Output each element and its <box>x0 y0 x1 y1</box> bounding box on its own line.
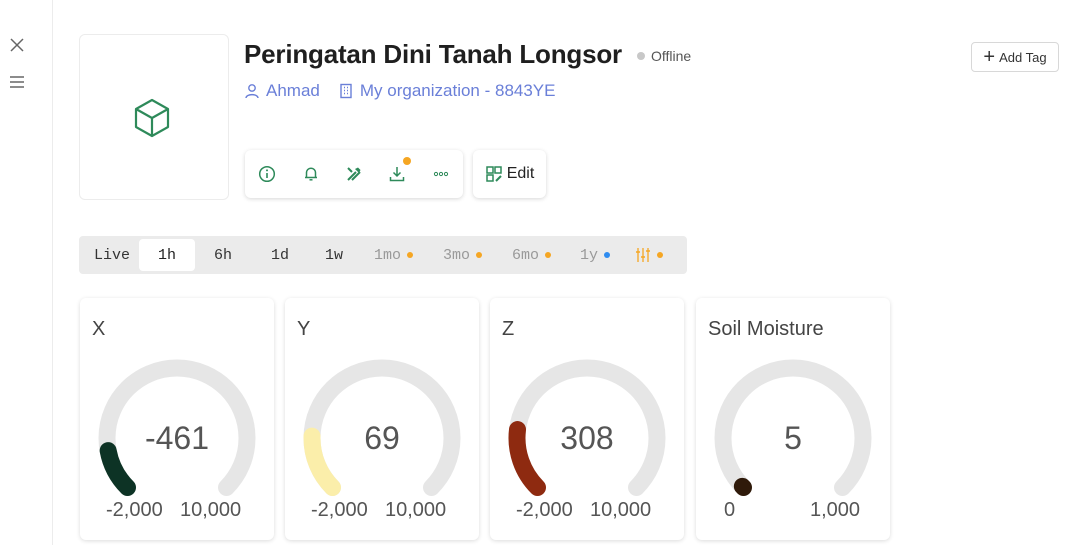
owner-name: Ahmad <box>266 81 320 100</box>
premium-dot <box>545 252 552 258</box>
status-dot <box>637 52 645 60</box>
tools-icon[interactable] <box>343 163 365 185</box>
gauge-card-soil-moisture: Soil Moisture 5 0 1,000 <box>696 298 890 540</box>
status-badge: Offline <box>637 48 691 64</box>
status-label: Offline <box>651 48 692 64</box>
gauge-max-label: 1,000 <box>810 499 861 521</box>
time-range-selector: Live 1h 6h 1d 1w 1mo 3mo 6mo 1y <box>79 236 687 274</box>
edit-icon <box>485 166 502 182</box>
gauge <box>508 359 666 496</box>
time-range-1mo[interactable]: 1mo <box>374 239 414 271</box>
gauge <box>98 359 256 496</box>
time-range-1h[interactable]: 1h <box>139 239 195 271</box>
user-icon <box>245 84 259 99</box>
premium-dot <box>604 252 611 258</box>
info-icon[interactable] <box>256 163 278 185</box>
gauge-value: 308 <box>560 420 614 456</box>
premium-dot <box>476 252 483 258</box>
gauge-card-x: X -461 -2,000 10,000 <box>80 298 274 540</box>
more-icon[interactable] <box>430 163 452 185</box>
time-range-1w[interactable]: 1w <box>325 239 343 271</box>
time-range-label: 6mo <box>512 246 540 264</box>
time-range-label: 1y <box>580 246 599 264</box>
bell-icon[interactable] <box>300 163 322 185</box>
time-range-label: 1mo <box>374 246 402 264</box>
cube-icon <box>134 98 170 138</box>
gauge-max-label: 10,000 <box>385 499 447 521</box>
gauge-value: 69 <box>364 420 400 456</box>
add-tag-label: Add Tag <box>999 49 1047 65</box>
organization-link[interactable]: My organization - 8843YE <box>338 81 556 101</box>
gauge-value-arc <box>733 477 752 496</box>
device-thumbnail <box>79 34 229 200</box>
menu-icon[interactable] <box>8 73 26 91</box>
time-range-6h[interactable]: 6h <box>214 239 232 271</box>
close-icon[interactable] <box>8 36 26 54</box>
left-rail <box>0 0 53 545</box>
time-range-label: 3mo <box>443 246 471 264</box>
time-range-live[interactable]: Live <box>94 239 130 271</box>
edit-button[interactable]: Edit <box>473 150 546 198</box>
gauge-min-label: 0 <box>724 499 736 521</box>
time-range-label: 1w <box>325 246 344 264</box>
time-range-1d[interactable]: 1d <box>271 239 289 271</box>
time-range-label: 1h <box>157 246 176 264</box>
device-page: Peringatan Dini Tanah Longsor Offline Ah… <box>53 0 1086 545</box>
add-tag-button[interactable]: + Add Tag <box>971 42 1059 72</box>
owner-link[interactable]: Ahmad <box>244 81 320 101</box>
time-range-label: 1d <box>271 246 290 264</box>
time-range-custom[interactable] <box>635 239 663 271</box>
gauge-value: -461 <box>144 420 210 456</box>
device-meta: Ahmad My organization - 8843YE <box>244 81 573 101</box>
sliders-icon <box>636 248 650 262</box>
gauge-value: 5 <box>784 420 802 456</box>
time-range-1y[interactable]: 1y <box>580 239 611 271</box>
gauge <box>714 359 872 496</box>
gauge-min-label: -2,000 <box>106 499 163 521</box>
plus-icon: + <box>983 46 996 68</box>
gauge-min-label: -2,000 <box>516 499 573 521</box>
premium-dot <box>657 252 663 258</box>
gauge-card-y: Y 69 -2,000 10,000 <box>285 298 479 540</box>
organization-name: My organization - 8843YE <box>359 81 556 100</box>
download-badge <box>403 157 411 165</box>
building-icon <box>340 83 352 99</box>
time-range-label: 6h <box>214 246 233 264</box>
gauge-card-z: Z 308 -2,000 10,000 <box>490 298 684 540</box>
gauge-max-label: 10,000 <box>590 499 652 521</box>
premium-dot <box>407 252 414 258</box>
edit-label: Edit <box>506 165 535 182</box>
gauge <box>303 359 461 496</box>
download-icon[interactable] <box>386 157 411 185</box>
time-range-6mo[interactable]: 6mo <box>512 239 552 271</box>
device-actions-toolbar <box>245 150 463 198</box>
gauge-max-label: 10,000 <box>180 499 242 521</box>
gauge-min-label: -2,000 <box>311 499 368 521</box>
time-range-label: Live <box>94 246 131 264</box>
device-title: Peringatan Dini Tanah Longsor <box>244 39 622 69</box>
time-range-3mo[interactable]: 3mo <box>443 239 483 271</box>
